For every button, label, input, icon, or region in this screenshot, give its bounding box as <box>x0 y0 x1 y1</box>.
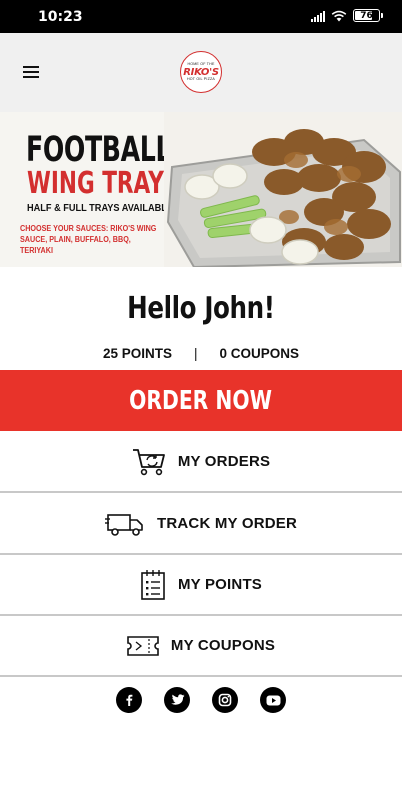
youtube-glyph <box>266 695 280 705</box>
notepad-list-icon <box>141 569 165 600</box>
stats-separator: | <box>193 346 198 361</box>
social-links <box>0 687 402 713</box>
menu-my-orders-label: MY ORDERS <box>177 453 271 470</box>
banner-title-line1: FOOTBALL <box>26 130 172 170</box>
battery-icon: 76 <box>353 9 383 22</box>
youtube-icon[interactable] <box>260 687 286 713</box>
points-count: 25 POINTS <box>102 346 172 361</box>
order-now-button[interactable]: ORDER NOW <box>0 370 402 431</box>
status-time: 10:23 <box>38 9 83 25</box>
hamburger-menu-icon[interactable] <box>23 66 39 78</box>
banner-subline: HALF & FULL TRAYS AVAILABLE <box>27 203 174 214</box>
battery-percent: 76 <box>360 10 373 21</box>
menu-my-orders[interactable]: MY ORDERS <box>0 432 402 493</box>
logo-text: RIKO'S <box>183 66 219 78</box>
shopping-cart-icon <box>132 448 165 475</box>
menu-track-my-order[interactable]: TRACK MY ORDER <box>0 494 402 555</box>
menu-track-my-order-label: TRACK MY ORDER <box>156 515 298 532</box>
menu-my-coupons[interactable]: MY COUPONS <box>0 616 402 677</box>
delivery-truck-icon <box>104 513 143 536</box>
ticket-icon <box>127 635 159 656</box>
wing-tray-image <box>164 112 402 267</box>
status-icons: 76 <box>311 9 383 22</box>
greeting-text: Hello John! <box>127 291 275 326</box>
status-bar: 10:23 76 <box>0 0 402 33</box>
logo-arc-bottom: HOT OIL PIZZA <box>187 76 215 81</box>
instagram-icon[interactable] <box>212 687 238 713</box>
coupons-count: 0 COUPONS <box>219 346 300 361</box>
twitter-icon[interactable] <box>164 687 190 713</box>
banner-sauces: CHOOSE YOUR SAUCES: RIKO'S WING SAUCE, P… <box>20 224 157 255</box>
twitter-glyph <box>170 693 184 705</box>
order-now-label: ORDER NOW <box>129 385 273 416</box>
facebook-icon[interactable] <box>116 687 142 713</box>
instagram-glyph <box>218 693 232 707</box>
signal-bars-icon <box>311 10 325 22</box>
promo-banner[interactable]: FOOTBALL WING TRAYS HALF & FULL TRAYS AV… <box>0 112 402 267</box>
wifi-icon <box>331 10 347 21</box>
app-header: HOME OF THE RIKO'S HOT OIL PIZZA <box>0 33 402 112</box>
banner-title-line2: WING TRAYS <box>27 166 180 201</box>
menu-my-points-label: MY POINTS <box>177 576 263 593</box>
rewards-summary: 25 POINTS | 0 COUPONS <box>0 346 402 361</box>
menu-my-points[interactable]: MY POINTS <box>0 555 402 616</box>
rikos-logo: HOME OF THE RIKO'S HOT OIL PIZZA <box>180 51 222 93</box>
facebook-glyph <box>126 694 133 706</box>
menu-my-coupons-label: MY COUPONS <box>170 637 276 654</box>
greeting: Hello John! <box>0 291 402 326</box>
